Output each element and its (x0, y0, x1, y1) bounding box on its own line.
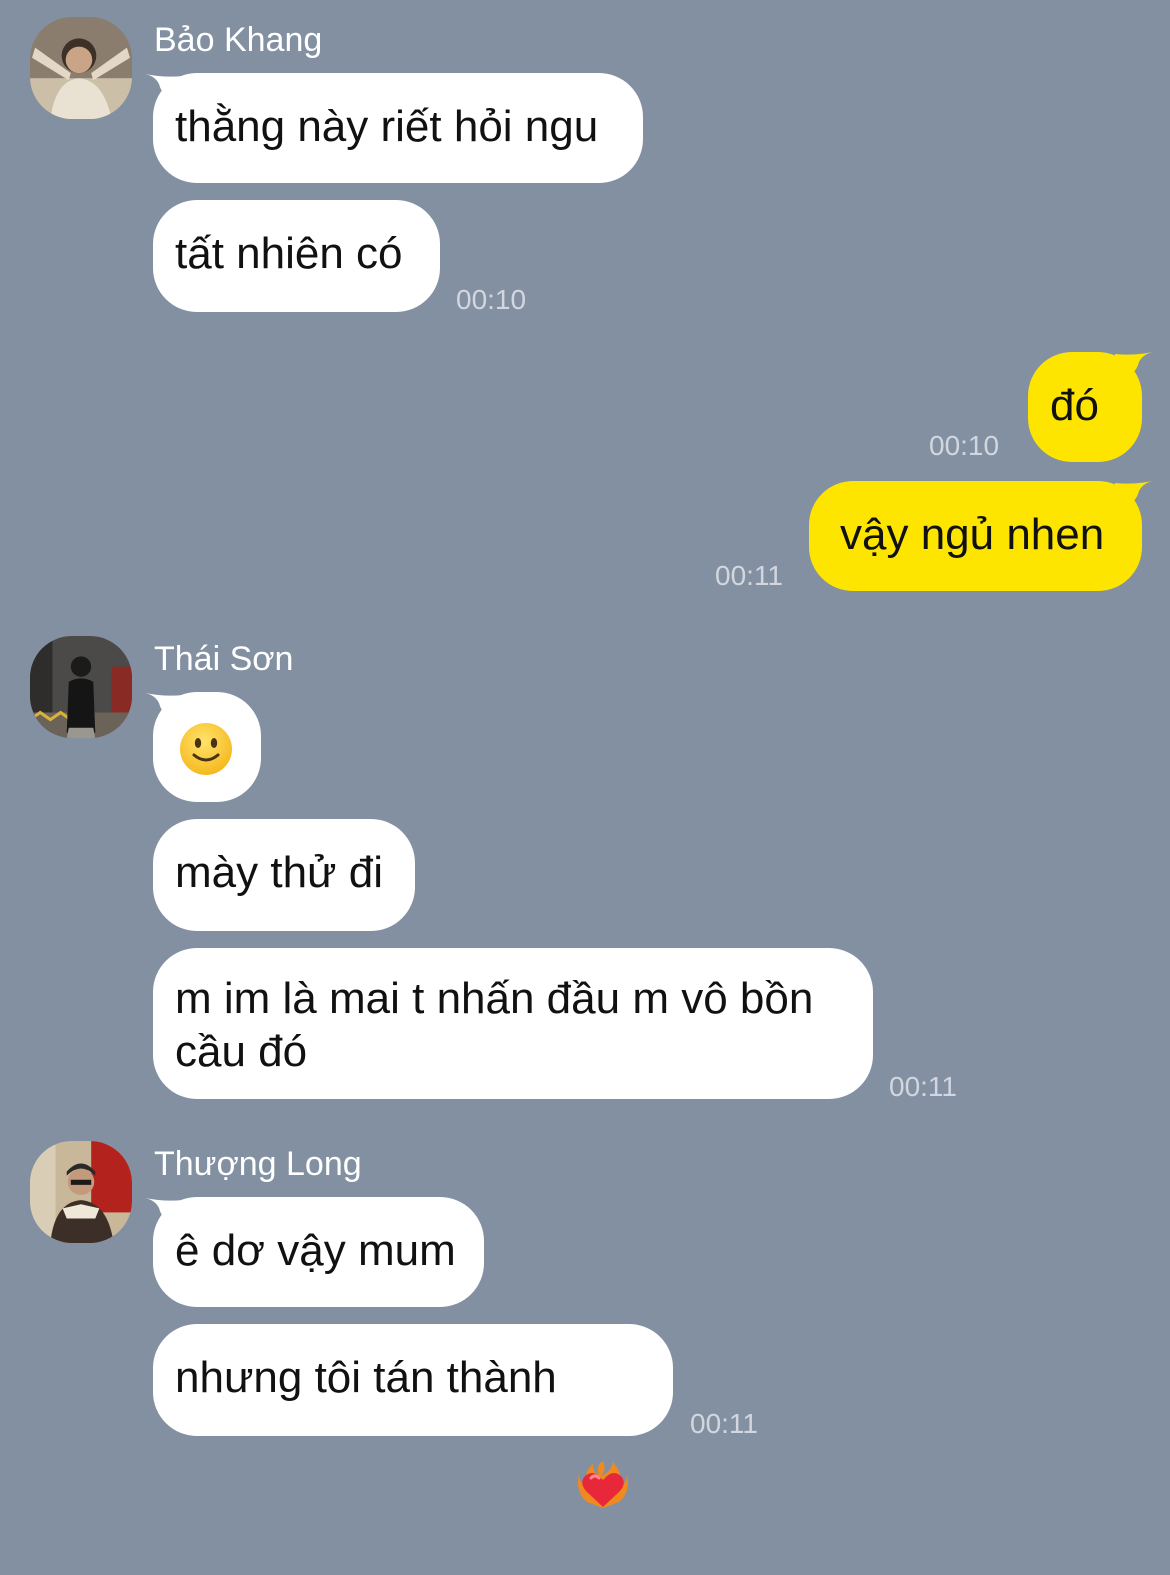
message-text: tất nhiên có (175, 229, 403, 278)
avatar-thuong-long[interactable] (30, 1141, 132, 1243)
message-text: nhưng tôi tán thành (175, 1353, 557, 1402)
message-text: đó (1050, 381, 1099, 430)
message-text: thằng này riết hỏi ngu (175, 102, 599, 151)
avatar-bao-khang[interactable] (30, 17, 132, 119)
sender-name: Thượng Long (154, 1145, 362, 1183)
message-text: mày thử đi (175, 848, 383, 897)
profile-photo-icon (30, 17, 132, 119)
message-text: m im là mai t nhấn đầu m vô bồn cầu đó (175, 974, 814, 1076)
message-timestamp: 00:10 (456, 284, 527, 315)
profile-photo-icon (30, 636, 132, 738)
message-bubble[interactable]: 🙂 (153, 692, 261, 802)
message-timestamp: 00:11 (715, 560, 783, 591)
sender-name: Bảo Khang (154, 21, 323, 59)
sender-name: Thái Sơn (154, 640, 294, 678)
message-bubble[interactable]: thằng này riết hỏi ngu (153, 73, 643, 183)
message-row: nhưng tôi tán thành (175, 1351, 651, 1508)
my-message-bubble[interactable]: vậy ngủ nhen (809, 481, 1142, 591)
message-bubble[interactable]: nhưng tôi tán thành (153, 1324, 673, 1508)
my-message-bubble[interactable]: đó (1028, 352, 1142, 462)
message-timestamp: 00:11 (690, 1408, 758, 1439)
message-bubble[interactable]: tất nhiên có (153, 200, 440, 312)
heart-on-fire-icon (577, 1352, 629, 1508)
slightly-smiling-face-icon (179, 722, 233, 776)
message-bubble[interactable]: mày thử đi (153, 819, 415, 931)
message-bubble[interactable]: ê dơ vậy mum (153, 1197, 484, 1307)
message-bubble[interactable]: m im là mai t nhấn đầu m vô bồn cầu đó (153, 948, 873, 1099)
message-text: vậy ngủ nhen (840, 510, 1105, 559)
message-timestamp: 00:11 (889, 1071, 957, 1102)
message-text: ê dơ vậy mum (175, 1226, 456, 1275)
message-timestamp: 00:10 (929, 430, 1000, 461)
avatar-thai-son[interactable] (30, 636, 132, 738)
profile-photo-icon (30, 1141, 132, 1243)
